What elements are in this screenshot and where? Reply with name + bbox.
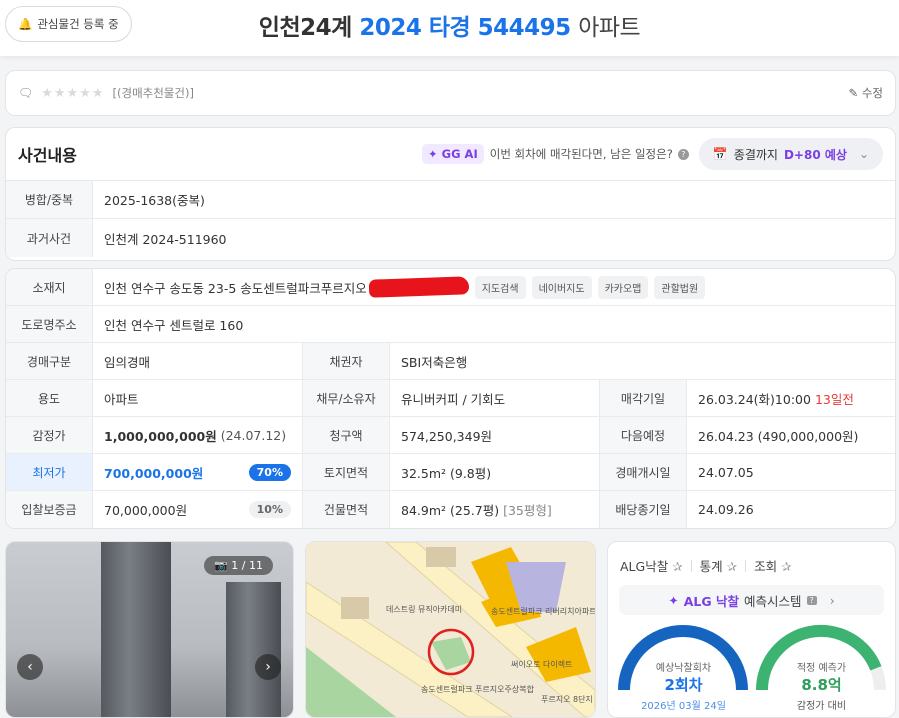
chevron-down-icon: ⌄	[858, 147, 869, 161]
table-row: 병합/중복 2025-1638(중복)	[6, 181, 895, 219]
ai-badge[interactable]: ✦ GG AI	[422, 144, 484, 164]
table-row: 도로명주소 인천 연수구 센트럴로 160	[6, 306, 895, 343]
table-row: 용도 아파트 채무/소유자 유니버커피 / 기회도 매각기일 26.03.24(화)10:…	[6, 380, 895, 417]
gauge-estimated-price: 적정 예측가 8.8억 감정가 대비	[754, 622, 889, 712]
table-row: 과거사건 인천계 2024-511960	[6, 219, 895, 257]
table-row: 소재지 인천 연수구 송도동 23-5 송도센트럴파크푸르지오 지도검색 네이버지도…	[6, 269, 895, 306]
pin-icon: ✰	[781, 559, 792, 574]
header: 🔔 관심물건 등록 중 인천24계 2024 타경 544495 아파트	[0, 0, 899, 56]
chevron-right-icon: ›	[829, 592, 835, 608]
kakao-map-button[interactable]: 카카오맵	[597, 275, 649, 299]
help-icon: ?	[806, 595, 817, 605]
page-title: 인천24계 2024 타경 544495 아파트	[258, 15, 641, 41]
map-label: 송도센트럴파크 푸르지오주상복합	[421, 684, 535, 694]
prev-photo-button[interactable]: ‹	[17, 654, 43, 680]
comment-icon: 🗨	[18, 86, 34, 100]
naver-map-button[interactable]: 네이버지도	[531, 275, 592, 299]
table-row: 입찰보증금 70,000,000원 10% 건물면적 84.9m² (25.7평) [3…	[6, 491, 895, 528]
pin-icon: ✰	[672, 559, 683, 574]
camera-icon: 📷	[214, 559, 228, 572]
sparkle-icon: ✦	[428, 147, 438, 161]
gauge-expected-round: 예상낙찰회차 2회차 2026년 03월 24일	[616, 622, 751, 712]
map-label: 데스트링 뮤직아카데미	[386, 604, 462, 614]
building-image	[101, 542, 171, 717]
tab-stats[interactable]: 통계 ✰	[700, 556, 737, 575]
schedule-dropdown[interactable]: 📅 종결까지 D+80 예상 ⌄	[698, 138, 883, 170]
table-row: 경매구분 임의경매 채권자 SBI저축은행	[6, 343, 895, 380]
property-info-table: 소재지 인천 연수구 송도동 23-5 송도센트럴파크푸르지오 지도검색 네이버지도…	[5, 268, 896, 529]
table-row: 최저가 700,000,000원 70% 토지면적 32.5m² (9.8평) 경매개시일…	[6, 454, 895, 491]
alg-prediction-button[interactable]: ✦ ALG 낙찰 예측시스템? ›	[619, 585, 884, 615]
map-search-button[interactable]: 지도검색	[474, 275, 526, 299]
tab-views[interactable]: 조회 ✰	[754, 556, 791, 575]
deposit-percent-badge: 10%	[248, 501, 291, 518]
section-title: 사건내용	[18, 146, 77, 165]
next-photo-button[interactable]: ›	[255, 654, 281, 680]
redaction	[368, 276, 470, 298]
calendar-icon: 📅	[712, 147, 728, 161]
property-photo[interactable]: 📷 1 / 11 ‹ ›	[5, 541, 294, 718]
building-image	[226, 582, 281, 717]
comment-card: 🗨 ★★★★★ [(경매추천물건)] ✎ 수정	[5, 70, 896, 116]
help-icon[interactable]: ?	[677, 148, 689, 160]
map-label: 푸르지오 8단지	[541, 694, 593, 704]
star-rating[interactable]: ★★★★★	[41, 86, 104, 101]
map-label: 송도센트럴파크 리버리치아파트	[491, 606, 595, 616]
pin-icon: ✰	[726, 559, 738, 574]
stats-card: ALG낙찰 ✰ 통계 ✰ 조회 ✰ ✦ ALG 낙찰 예측시스템? › 예상낙찰회차 …	[607, 541, 896, 718]
map-label: 써이오토 다이렉트	[511, 659, 572, 669]
photo-counter: 📷 1 / 11	[204, 556, 273, 575]
edit-button[interactable]: ✎ 수정	[849, 85, 883, 101]
table-row: 감정가 1,000,000,000원 (24.07.12) 청구액 574,250,3…	[6, 417, 895, 454]
sparkle-icon: ✦	[668, 592, 679, 608]
map-canvas: 데스트링 뮤직아카데미 송도센트럴파크 리버리치아파트 송도센트럴파크 푸르지오…	[306, 542, 595, 717]
location-map[interactable]: 데스트링 뮤직아카데미 송도센트럴파크 리버리치아파트 송도센트럴파크 푸르지오…	[305, 541, 596, 718]
court-button[interactable]: 관할법원	[654, 275, 706, 299]
tab-alg[interactable]: ALG낙찰 ✰	[620, 556, 683, 575]
pencil-icon: ✎	[848, 86, 859, 100]
min-price-percent-badge: 70%	[248, 463, 291, 481]
case-card: 사건내용 ✦ GG AI 이번 회차에 매각된다면, 남은 일정은?? 📅 종결까…	[5, 127, 896, 261]
